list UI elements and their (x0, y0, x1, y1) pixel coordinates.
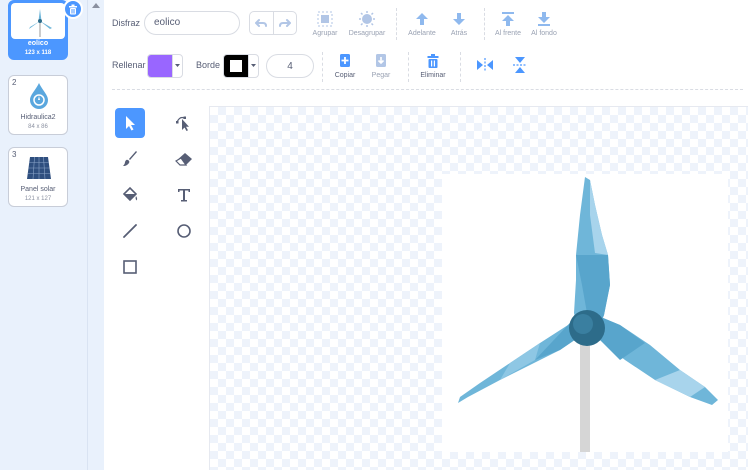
chevron-down-icon (251, 64, 256, 67)
paint-editor: Disfraz eolico Agrupar Desagrupar Adelan… (104, 0, 748, 470)
backward-label: Atrás (450, 30, 468, 37)
ungroup-button[interactable]: Desagrupar (347, 8, 387, 37)
outline-color-picker[interactable] (223, 54, 259, 78)
divider (408, 52, 409, 82)
costume-name: Panel solar (20, 186, 56, 193)
ungroup-label: Desagrupar (348, 30, 386, 37)
paste-button[interactable]: Pegar (361, 50, 401, 79)
line-icon (123, 224, 137, 238)
paste-icon (376, 54, 386, 67)
fill-icon (122, 186, 138, 202)
copy-icon (340, 54, 350, 67)
trash-icon (69, 4, 77, 14)
chevron-down-icon (175, 64, 180, 67)
undo-redo-group (249, 11, 297, 35)
copy-label: Copiar (334, 72, 356, 79)
outline-width-input[interactable]: 4 (266, 54, 314, 78)
flip-vertical-icon (513, 57, 527, 73)
outline-label: Borde (196, 60, 221, 70)
eraser-tool[interactable] (169, 144, 199, 174)
costume-size: 123 x 118 (24, 50, 52, 56)
flip-horizontal-icon (477, 58, 493, 72)
forward-label: Adelante (408, 30, 436, 37)
wind-turbine-thumbnail (29, 9, 52, 37)
undo-button[interactable] (250, 12, 274, 34)
costume-item-hidraulica2[interactable]: 2 Hidraulica2 84 x 86 (8, 75, 68, 135)
forward-icon (416, 13, 428, 25)
group-icon (317, 11, 333, 27)
costume-number: 3 (12, 150, 17, 159)
backward-button[interactable]: Atrás (439, 8, 479, 37)
line-tool[interactable] (115, 216, 145, 246)
brush-tool[interactable] (115, 144, 145, 174)
delete-label: Eliminar (420, 72, 446, 79)
rect-icon (123, 260, 137, 274)
divider (396, 8, 397, 40)
reshape-icon (176, 116, 189, 131)
circle-icon (177, 224, 191, 238)
rectangle-tool[interactable] (115, 252, 145, 282)
trash-icon (427, 54, 439, 68)
costume-list: 1 eolico 123 x 118 2 Hidraulica2 84 x 86… (0, 0, 87, 470)
drawing-canvas[interactable] (209, 106, 748, 470)
fill-color-picker[interactable] (147, 54, 183, 78)
front-icon (502, 12, 514, 26)
fill-color-swatch (148, 55, 172, 77)
costume-item-eolico[interactable]: 1 eolico 123 x 118 (8, 0, 83, 60)
back-icon (538, 12, 550, 26)
costume-size: 84 x 86 (28, 124, 48, 130)
solar-panel-thumbnail (27, 156, 51, 180)
text-icon (178, 189, 190, 202)
redo-button[interactable] (274, 12, 297, 34)
eraser-icon (175, 153, 192, 166)
back-label: Al fondo (531, 30, 557, 37)
undo-icon (255, 19, 268, 27)
delete-button[interactable]: Eliminar (413, 50, 453, 79)
forward-button[interactable]: Adelante (402, 8, 442, 37)
select-icon (126, 116, 135, 131)
front-label: Al frente (494, 30, 522, 37)
flip-vertical-button[interactable] (500, 54, 540, 76)
costume-label: Disfraz (112, 18, 141, 28)
costume-name: eolico (27, 40, 49, 47)
fill-tool[interactable] (115, 180, 145, 210)
paste-label: Pegar (371, 72, 391, 79)
select-tool[interactable] (115, 108, 145, 138)
circle-tool[interactable] (169, 216, 199, 246)
ungroup-icon (359, 11, 375, 27)
group-button[interactable]: Agrupar (305, 8, 345, 37)
scroll-up-arrow-icon[interactable] (92, 3, 100, 8)
wind-turbine-drawing[interactable] (450, 175, 730, 455)
outline-color-swatch (224, 55, 248, 77)
copy-button[interactable]: Copiar (325, 50, 365, 79)
back-button[interactable]: Al fondo (524, 8, 564, 37)
divider (484, 8, 485, 40)
costume-number: 2 (12, 78, 17, 87)
costume-size: 121 x 127 (24, 196, 52, 202)
divider (322, 52, 323, 82)
costume-item-panel-solar[interactable]: 3 Panel solar 121 x 127 (8, 147, 68, 207)
text-tool[interactable] (169, 180, 199, 210)
flip-horizontal-button[interactable] (465, 54, 505, 76)
delete-costume-button[interactable] (63, 0, 83, 19)
costume-name-input[interactable]: eolico (144, 11, 240, 35)
costume-number: 1 (13, 4, 18, 13)
group-label: Agrupar (312, 30, 338, 37)
water-drop-thumbnail (30, 83, 48, 109)
redo-icon (278, 19, 291, 27)
divider (460, 52, 461, 82)
fill-label: Rellenar (112, 60, 146, 70)
costume-list-scrollbar[interactable] (87, 0, 103, 470)
front-button[interactable]: Al frente (488, 8, 528, 37)
brush-icon (123, 151, 137, 166)
toolbar-divider (112, 89, 743, 90)
backward-icon (453, 13, 465, 25)
reshape-tool[interactable] (169, 108, 199, 138)
costume-name: Hidraulica2 (20, 114, 56, 121)
